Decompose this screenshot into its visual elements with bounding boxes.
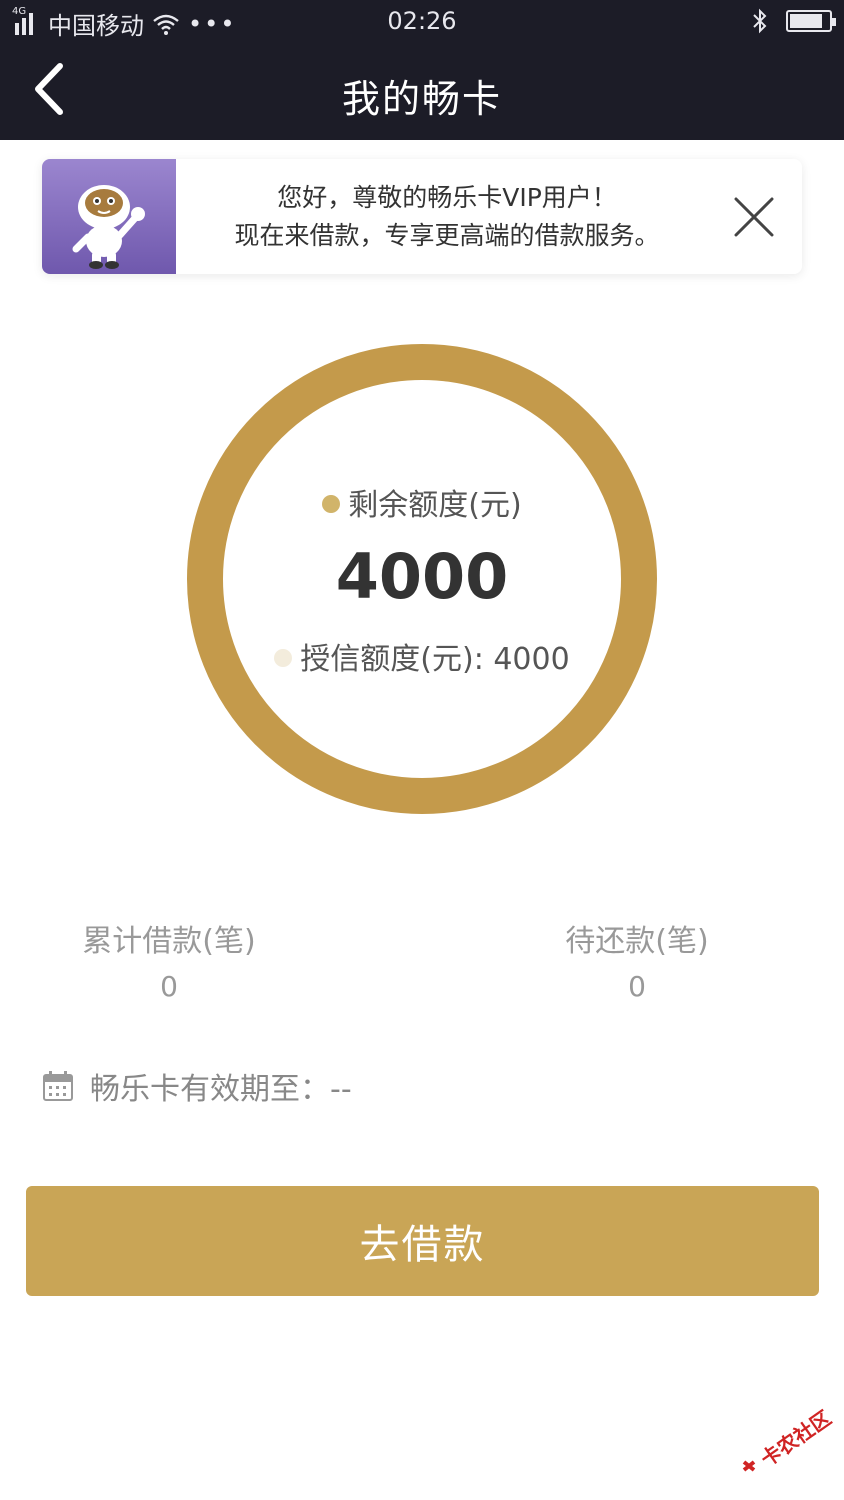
svg-text:卡农社区: 卡农社区 (756, 1406, 835, 1472)
page-title: 我的畅卡 (341, 77, 502, 121)
granted-credit: 授信额度(元): 4000 (0, 634, 844, 678)
nav-bar: 我的畅卡 (0, 44, 844, 140)
stat-pending-repayments: 待还款(笔) 0 (507, 916, 767, 1003)
clock: 02:26 (387, 7, 457, 35)
banner-message: 您好，尊敬的畅乐卡VIP用户！ 现在来借款，专享更高端的借款服务。 (192, 179, 702, 255)
stat-value: 0 (628, 970, 646, 1003)
remaining-credit-value: 4000 (335, 540, 509, 613)
vip-banner[interactable]: 您好，尊敬的畅乐卡VIP用户！ 现在来借款，专享更高端的借款服务。 (42, 159, 802, 274)
banner-line-2: 现在来借款，专享更高端的借款服务。 (234, 221, 660, 250)
close-icon[interactable] (732, 195, 776, 239)
card-expiry: 畅乐卡有效期至：-- (42, 1064, 352, 1108)
credit-dot-icon (274, 648, 293, 667)
borrow-button[interactable]: 去借款 (26, 1186, 819, 1296)
stat-value: 0 (160, 970, 178, 1003)
calendar-icon (43, 1071, 73, 1101)
battery-icon (786, 10, 836, 32)
watermark-logo: 卡农社区 (742, 1406, 835, 1472)
expiry-text: 畅乐卡有效期至：-- (90, 1072, 352, 1107)
stat-label: 待还款(笔) (565, 924, 709, 959)
status-bar: 4G 中国移动 ••• 02:26 (0, 0, 844, 44)
mascot-image (42, 159, 176, 274)
banner-line-1: 您好，尊敬的畅乐卡VIP用户！ (277, 183, 617, 212)
stat-total-loans: 累计借款(笔) 0 (39, 916, 299, 1003)
remaining-dot-icon (322, 494, 341, 513)
remaining-credit-label: 剩余额度(元) (0, 480, 844, 524)
top-bar: 4G 中国移动 ••• 02:26 我的畅卡 (0, 0, 844, 140)
bluetooth-icon (753, 8, 767, 34)
mascot-icon (72, 185, 145, 269)
stat-label: 累计借款(笔) (82, 924, 256, 959)
